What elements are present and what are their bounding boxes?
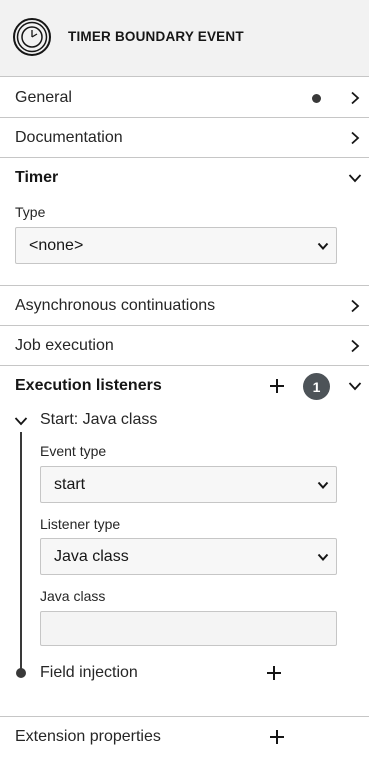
listener-item-line — [20, 432, 22, 670]
panel-header: TIMER BOUNDARY EVENT — [0, 0, 369, 77]
add-listener-button[interactable] — [269, 378, 285, 394]
field-injection-label: Field injection — [40, 664, 138, 681]
group-timer-header[interactable]: Timer — [0, 158, 369, 198]
header-title: TIMER BOUNDARY EVENT — [68, 29, 244, 44]
chevron-down-icon — [317, 242, 329, 250]
timer-type-label: Type — [15, 204, 46, 220]
group-documentation: Documentation — [0, 118, 369, 158]
group-general-header[interactable]: General — [0, 78, 369, 118]
group-timer-label: Timer — [15, 169, 59, 186]
group-async-label: Asynchronous continuations — [15, 297, 216, 314]
group-job-execution: Job execution — [0, 326, 369, 366]
add-field-injection-button[interactable] — [266, 665, 282, 681]
group-execution-listeners-header[interactable]: Execution listeners 1 — [0, 366, 369, 406]
chevron-down-icon — [317, 553, 329, 561]
group-extension-properties: Extension properties — [0, 717, 369, 757]
listener-type-value: Java class — [54, 547, 129, 565]
java-class-input[interactable] — [40, 611, 337, 646]
group-extension-properties-label: Extension properties — [15, 728, 161, 745]
group-timer: Timer Type <none> — [0, 158, 369, 286]
group-async: Asynchronous continuations — [0, 286, 369, 326]
group-general-label: General — [15, 89, 72, 106]
event-type-select[interactable]: start — [40, 466, 337, 503]
group-job-execution-label: Job execution — [15, 337, 114, 354]
group-job-execution-header[interactable]: Job execution — [0, 326, 369, 366]
event-type-value: start — [54, 475, 86, 493]
group-extension-properties-header[interactable]: Extension properties — [0, 717, 369, 757]
chevron-down-icon — [348, 382, 362, 391]
listener-type-select[interactable]: Java class — [40, 538, 337, 575]
group-async-header[interactable]: Asynchronous continuations — [0, 286, 369, 326]
timer-type-select[interactable]: <none> — [15, 227, 337, 264]
java-class-label: Java class — [40, 588, 106, 604]
timer-boundary-event-icon — [13, 18, 51, 56]
listener-item-title[interactable]: Start: Java class — [40, 411, 157, 429]
group-documentation-header[interactable]: Documentation — [0, 118, 369, 158]
chevron-down-icon — [348, 174, 362, 183]
group-execution-listeners-label: Execution listeners — [15, 377, 162, 394]
chevron-down-icon — [317, 481, 329, 489]
listener-count-badge: 1 — [303, 373, 330, 400]
group-documentation-label: Documentation — [15, 129, 123, 146]
listener-item-end-dot — [16, 668, 26, 678]
collapse-listener-chevron-icon[interactable] — [14, 414, 28, 428]
group-general: General — [0, 78, 369, 118]
chevron-right-icon — [351, 91, 360, 105]
add-extension-property-button[interactable] — [269, 729, 285, 745]
listener-type-label: Listener type — [40, 516, 121, 532]
data-marker-dot — [312, 93, 321, 103]
timer-type-value: <none> — [29, 236, 84, 254]
event-type-label: Event type — [40, 443, 107, 459]
chevron-right-icon — [351, 299, 360, 313]
chevron-right-icon — [351, 131, 360, 145]
chevron-right-icon — [351, 339, 360, 353]
